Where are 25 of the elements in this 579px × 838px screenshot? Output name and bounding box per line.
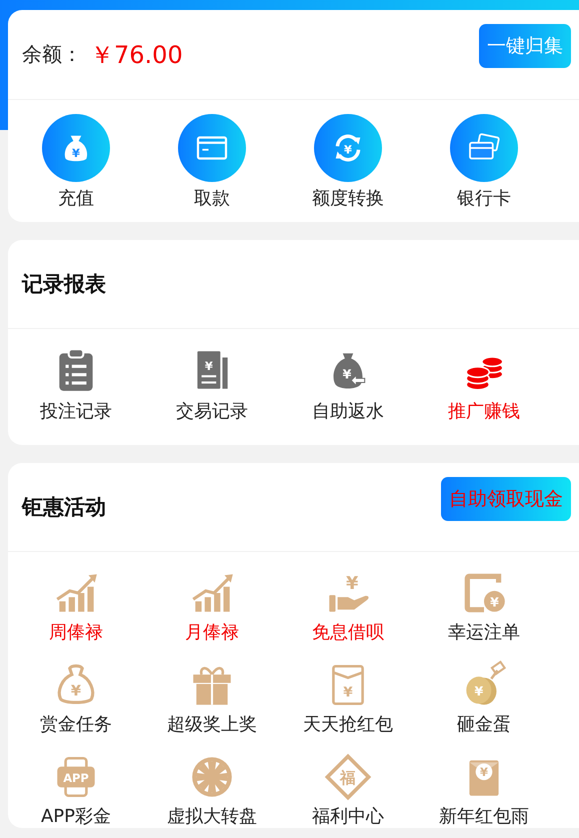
section-title: 钜惠活动 (22, 494, 106, 521)
section-title: 记录报表 (22, 271, 106, 298)
menu-item-label[interactable]: 月俸禄 (185, 622, 239, 644)
action-label[interactable]: 额度转换 (312, 186, 384, 210)
menu-item-label[interactable]: 砸金蛋 (457, 714, 511, 736)
balance-label: 余额： (22, 41, 82, 68)
menu-item-label[interactable]: 幸运注单 (448, 622, 520, 644)
diamond-icon: 福 (323, 752, 373, 802)
menu-item-label[interactable]: 免息借呗 (312, 622, 384, 644)
menu-item-label[interactable]: 虚拟大转盘 (167, 806, 257, 828)
menu-item-label[interactable]: 赏金任务 (40, 714, 112, 736)
menu-item-label[interactable]: 超级奖上奖 (167, 714, 257, 736)
menu-item-label[interactable]: 投注记录 (40, 399, 112, 423)
menu-item-label[interactable]: 周俸禄 (49, 622, 103, 644)
action-label[interactable]: 取款 (194, 186, 230, 210)
menu-item-label[interactable]: 交易记录 (176, 399, 248, 423)
menu-item-label[interactable]: 福利中心 (312, 806, 384, 828)
action-label[interactable]: 银行卡 (457, 186, 511, 210)
menu-item-label[interactable]: APP彩金 (40, 806, 112, 828)
menu-item-label[interactable]: 新年红包雨 (439, 806, 529, 828)
menu-item-label[interactable]: 天天抢红包 (303, 714, 393, 736)
action-label[interactable]: 充值 (58, 186, 94, 210)
menu-item-label[interactable]: 推广赚钱 (448, 399, 520, 423)
balance-amount: ￥76.00 (90, 40, 183, 70)
menu-item-label[interactable]: 自助返水 (312, 399, 384, 423)
